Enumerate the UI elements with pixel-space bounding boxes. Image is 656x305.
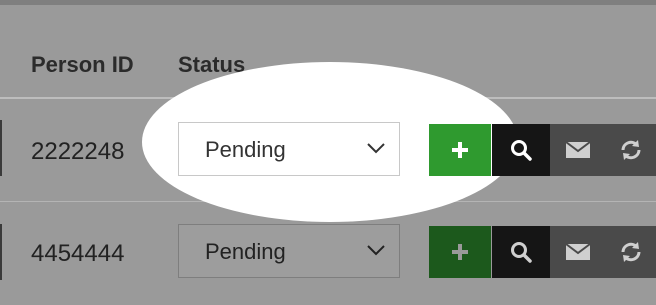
add-button[interactable] <box>429 124 491 176</box>
person-id-cell: 2222248 <box>31 138 125 165</box>
search-icon <box>511 140 532 161</box>
mail-icon <box>565 141 591 158</box>
status-select[interactable]: Pending <box>178 122 400 176</box>
refresh-icon <box>621 242 641 262</box>
person-id-cell: 4454444 <box>31 240 125 267</box>
top-bar <box>0 0 656 5</box>
row-edge <box>0 224 2 280</box>
refresh-button[interactable] <box>606 226 656 278</box>
status-select[interactable]: Pending <box>178 224 400 278</box>
plus-icon <box>452 244 468 260</box>
refresh-button[interactable] <box>606 124 656 176</box>
mail-icon <box>565 243 591 260</box>
plus-icon <box>452 142 468 158</box>
refresh-icon <box>621 140 641 160</box>
search-button[interactable] <box>492 226 550 278</box>
status-select-value: Pending <box>205 239 286 264</box>
row-edge <box>0 120 2 176</box>
search-icon <box>511 242 532 263</box>
search-button[interactable] <box>492 124 550 176</box>
mail-button[interactable] <box>550 124 606 176</box>
mail-button[interactable] <box>550 226 606 278</box>
chevron-down-icon <box>367 245 385 256</box>
status-select-value: Pending <box>205 137 286 162</box>
add-button[interactable] <box>429 226 491 278</box>
column-header-person-id: Person ID <box>31 52 134 77</box>
chevron-down-icon <box>367 143 385 154</box>
